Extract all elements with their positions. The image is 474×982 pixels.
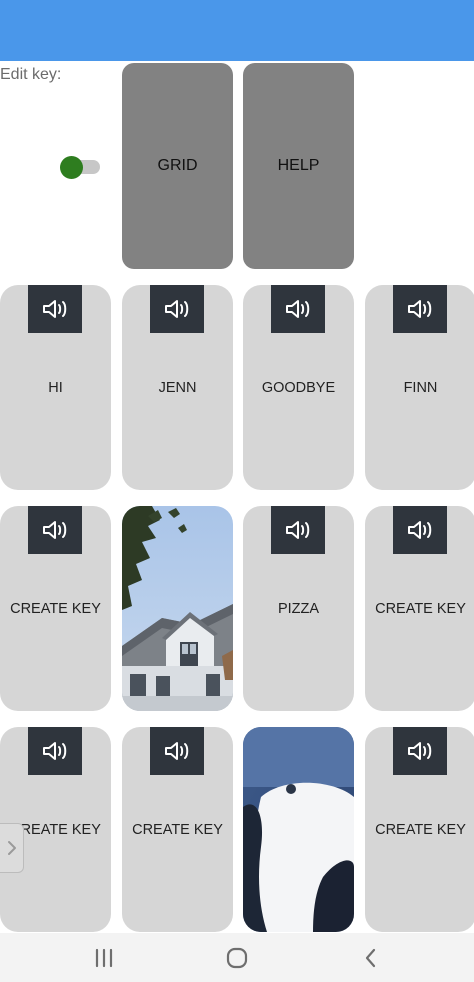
key-label: CREATE KEY bbox=[10, 600, 101, 617]
key-tile[interactable]: GOODBYE bbox=[243, 285, 354, 490]
toggle-thumb bbox=[60, 156, 83, 179]
key-tile[interactable]: CREATE KEY bbox=[122, 727, 233, 932]
edit-key-label: Edit key: bbox=[0, 66, 62, 83]
key-tile[interactable]: FINN bbox=[365, 285, 474, 490]
key-tile[interactable]: PIZZA bbox=[243, 506, 354, 711]
key-tile[interactable]: CREATE KEY bbox=[365, 506, 474, 711]
key-label: GOODBYE bbox=[261, 379, 336, 396]
speaker-icon[interactable] bbox=[271, 506, 325, 554]
speaker-icon[interactable] bbox=[150, 727, 204, 775]
key-label: HI bbox=[48, 379, 63, 396]
key-label: JENN bbox=[158, 379, 197, 396]
key-tile[interactable]: JENN bbox=[122, 285, 233, 490]
speaker-icon[interactable] bbox=[271, 285, 325, 333]
key-tile[interactable]: CREATE KEY bbox=[365, 727, 474, 932]
speaker-icon[interactable] bbox=[28, 506, 82, 554]
back-icon[interactable] bbox=[347, 933, 395, 982]
speaker-icon[interactable] bbox=[393, 506, 447, 554]
system-navigation-bar bbox=[0, 933, 474, 982]
speaker-icon[interactable] bbox=[393, 727, 447, 775]
speaker-icon[interactable] bbox=[393, 285, 447, 333]
key-tile[interactable]: HI bbox=[0, 285, 111, 490]
speaker-icon[interactable] bbox=[28, 285, 82, 333]
recent-apps-icon[interactable] bbox=[80, 933, 128, 982]
edit-key-toggle[interactable] bbox=[60, 156, 100, 179]
key-label: CREATE KEY bbox=[375, 821, 466, 838]
house-photo-key[interactable] bbox=[122, 506, 233, 711]
side-drawer-handle[interactable] bbox=[0, 823, 24, 873]
key-label: FINN bbox=[403, 379, 438, 396]
grid-button[interactable]: GRID bbox=[122, 63, 233, 269]
home-icon[interactable] bbox=[213, 933, 261, 982]
app-header-bar bbox=[0, 0, 474, 61]
person-photo-key[interactable] bbox=[243, 727, 354, 932]
key-tile[interactable]: CREATE KEY bbox=[0, 506, 111, 711]
speaker-icon[interactable] bbox=[150, 285, 204, 333]
chevron-right-icon bbox=[7, 841, 16, 855]
speaker-icon[interactable] bbox=[28, 727, 82, 775]
key-label: CREATE KEY bbox=[132, 821, 223, 838]
help-button[interactable]: HELP bbox=[243, 63, 354, 269]
key-label: PIZZA bbox=[277, 600, 320, 617]
key-label: CREATE KEY bbox=[375, 600, 466, 617]
